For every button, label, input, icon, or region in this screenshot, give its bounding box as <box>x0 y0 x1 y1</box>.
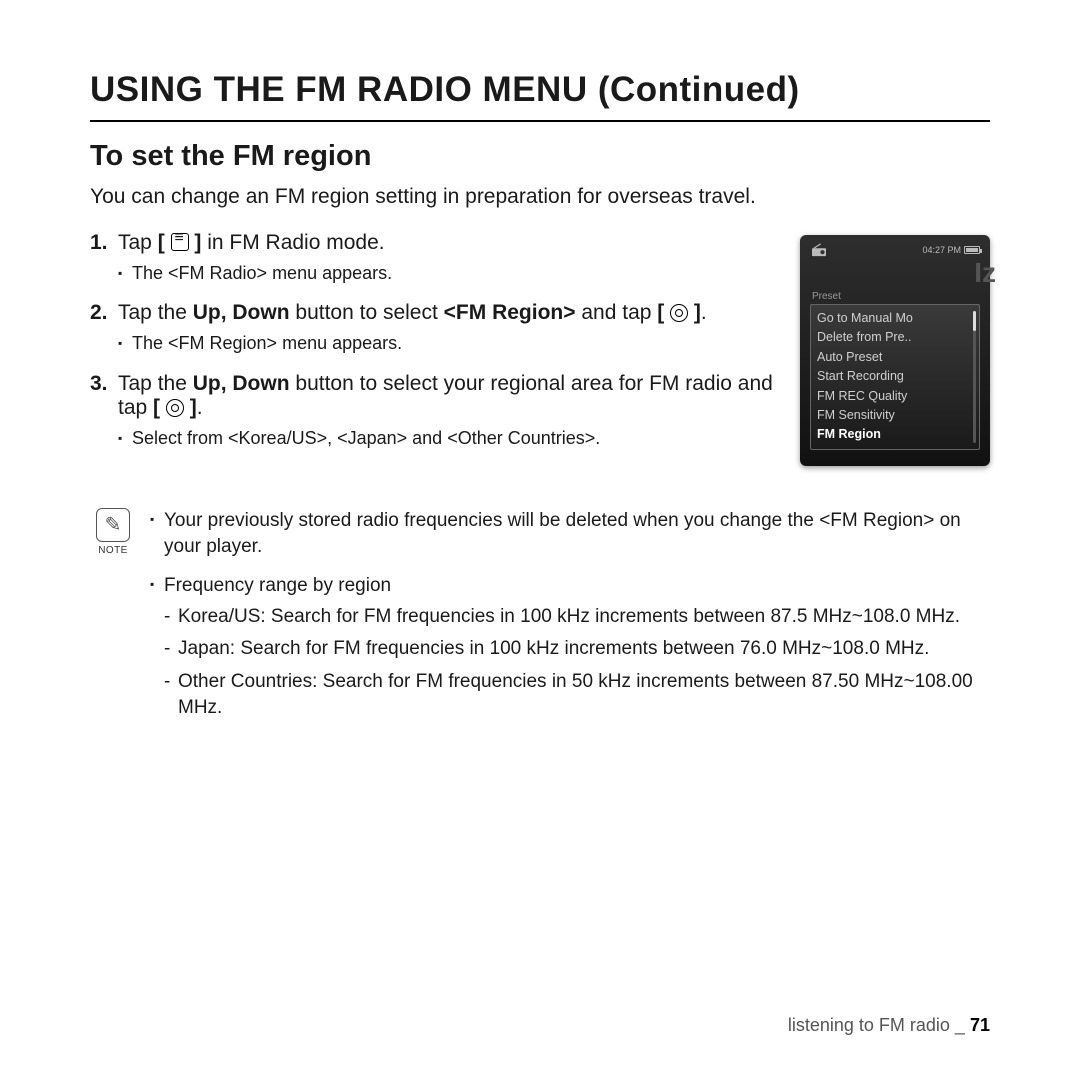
step-text: Tap the <box>118 372 193 395</box>
bold-text: Up, Down <box>193 372 290 395</box>
step-number: 2. <box>90 301 108 325</box>
hz-background: Iz <box>974 257 996 289</box>
note-label: NOTE <box>90 545 136 556</box>
page-number: 71 <box>970 1015 990 1035</box>
footer-section: listening to FM radio _ <box>788 1015 965 1035</box>
step-text: . <box>197 396 203 419</box>
freq-range: Japan: Search for FM frequencies in 100 … <box>164 636 990 663</box>
battery-icon <box>964 246 980 254</box>
step-3: 3. Tap the Up, Down button to select you… <box>90 372 778 450</box>
device-menu: Go to Manual Mo Delete from Pre.. Auto P… <box>810 304 980 450</box>
section-title: To set the FM region <box>90 140 990 173</box>
step-2: 2. Tap the Up, Down button to select <FM… <box>90 301 778 355</box>
radio-icon <box>810 243 828 257</box>
preset-label: Preset <box>810 291 980 302</box>
freq-range: Korea/US: Search for FM frequencies in 1… <box>164 604 990 631</box>
menu-item: Go to Manual Mo <box>817 309 973 328</box>
step-1: 1. Tap [ ] in FM Radio mode. The <FM Rad… <box>90 231 778 285</box>
device-screenshot: 04:27 PM Preset Iz Go to Manual Mo Delet… <box>800 235 990 466</box>
freq-range: Other Countries: Search for FM frequenci… <box>164 669 990 722</box>
select-icon <box>166 399 184 417</box>
page-footer: listening to FM radio _ 71 <box>788 1015 990 1036</box>
menu-item: FM REC Quality <box>817 387 973 406</box>
device-time: 04:27 PM <box>922 245 961 255</box>
intro-text: You can change an FM region setting in p… <box>90 185 990 209</box>
page-title: USING THE FM RADIO MENU (Continued) <box>90 70 990 122</box>
menu-item: Auto Preset <box>817 348 973 367</box>
step-sub: The <FM Radio> menu appears. <box>118 261 778 285</box>
note-item: Your previously stored radio frequencies… <box>150 508 990 561</box>
step-text: Tap <box>118 231 158 254</box>
step-text: . <box>701 301 707 324</box>
note-block: ✎ NOTE Your previously stored radio freq… <box>90 508 990 734</box>
bold-text: <FM Region> <box>444 301 576 324</box>
menu-item-selected: FM Region <box>817 425 973 444</box>
note-icon: ✎ <box>96 508 130 542</box>
bold-text: Up, Down <box>193 301 290 324</box>
step-text: button to select <box>290 301 444 324</box>
note-item: Frequency range by region Korea/US: Sear… <box>150 573 990 722</box>
select-icon <box>670 304 688 322</box>
steps-list: 1. Tap [ ] in FM Radio mode. The <FM Rad… <box>90 231 778 450</box>
step-text: and tap <box>576 301 658 324</box>
menu-icon <box>171 233 189 251</box>
menu-item: Delete from Pre.. <box>817 328 973 347</box>
step-sub: Select from <Korea/US>, <Japan> and <Oth… <box>118 426 778 450</box>
step-number: 3. <box>90 372 108 396</box>
scrollbar-thumb <box>973 311 976 331</box>
menu-item: FM Sensitivity <box>817 406 973 425</box>
step-sub: The <FM Region> menu appears. <box>118 331 778 355</box>
step-text: in FM Radio mode. <box>201 231 384 254</box>
menu-item: Start Recording <box>817 367 973 386</box>
step-text: Tap the <box>118 301 193 324</box>
step-number: 1. <box>90 231 108 255</box>
